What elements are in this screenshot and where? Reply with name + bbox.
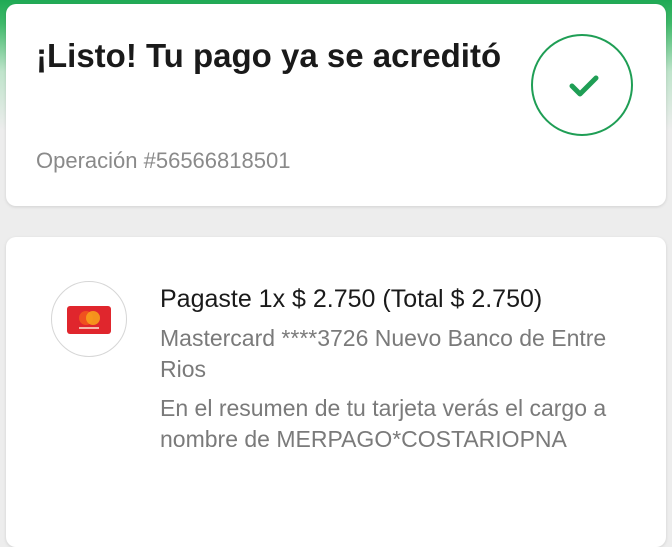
- page-title: ¡Listo! Tu pago ya se acreditó: [36, 37, 502, 74]
- payment-success-card: ¡Listo! Tu pago ya se acreditó Operación…: [6, 4, 666, 206]
- payment-summary: Pagaste 1x $ 2.750 (Total $ 2.750): [160, 285, 543, 313]
- success-check-icon: [531, 34, 633, 136]
- card-detail: Mastercard ****3726 Nuevo Banco de Entre…: [160, 325, 607, 382]
- operation-number: Operación #56566818501: [36, 148, 291, 173]
- statement-note: En el resumen de tu tarjeta verás el car…: [160, 395, 607, 452]
- payment-detail-card: Pagaste 1x $ 2.750 (Total $ 2.750) Maste…: [6, 237, 666, 547]
- mastercard-icon: [51, 281, 127, 357]
